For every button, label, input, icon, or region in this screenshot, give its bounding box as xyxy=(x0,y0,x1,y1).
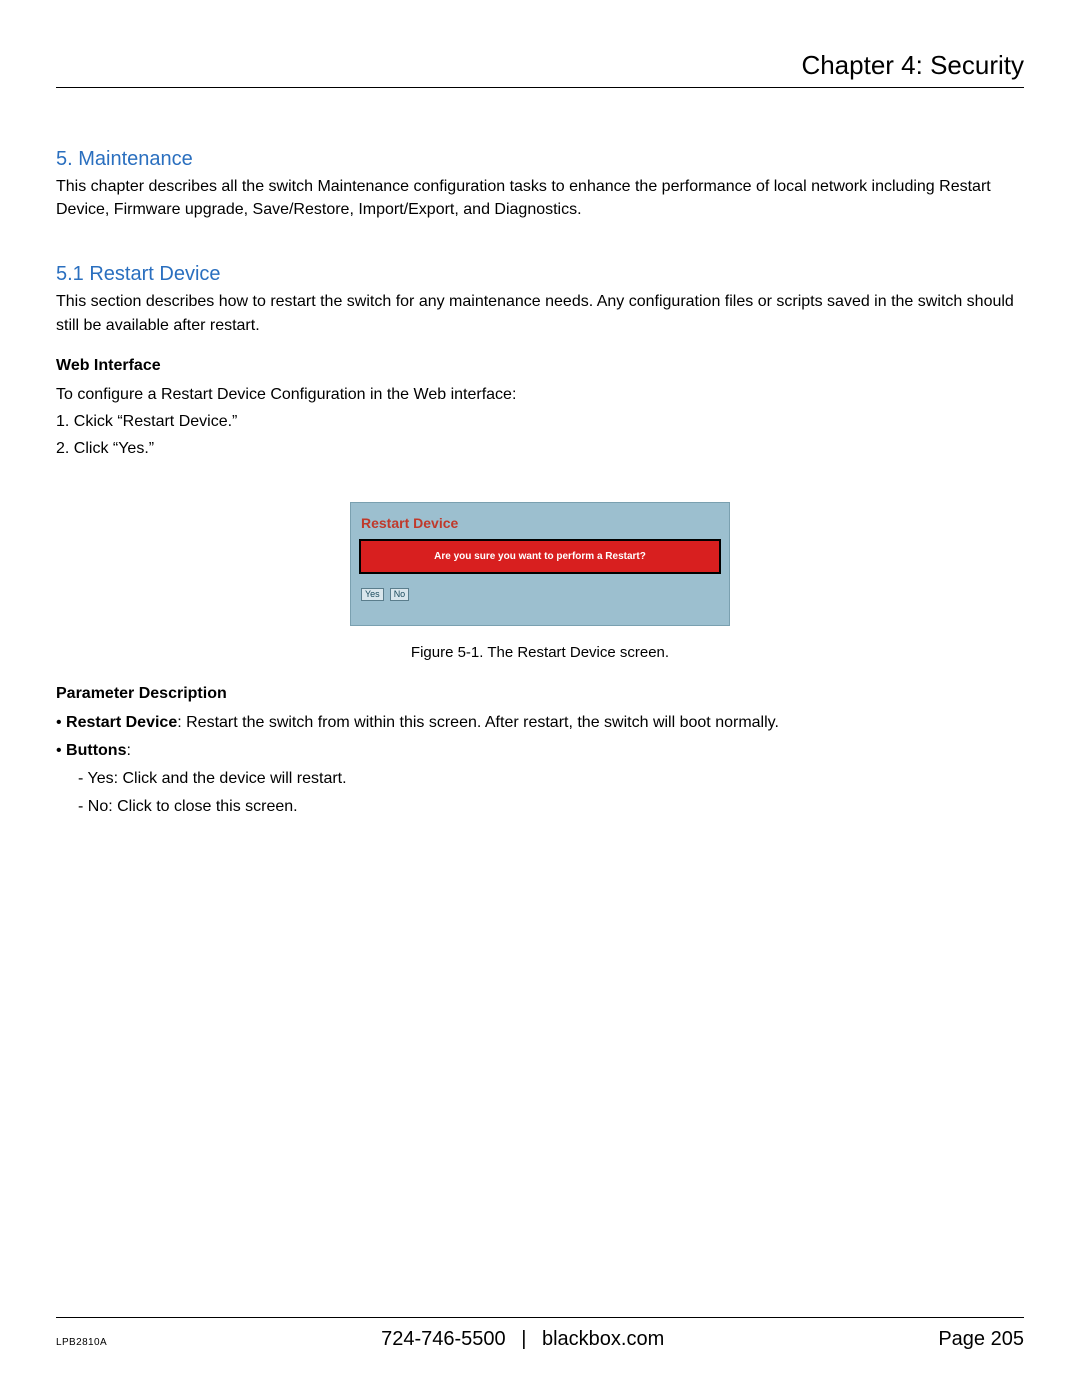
param-buttons: • Buttons: xyxy=(56,737,1024,765)
footer-page-number: 205 xyxy=(991,1328,1024,1350)
section-5-1-title: 5.1 Restart Device xyxy=(56,263,1024,286)
no-button[interactable]: No xyxy=(390,588,410,601)
web-interface-heading: Web Interface xyxy=(56,357,1024,375)
restart-device-screenshot: Restart Device Are you sure you want to … xyxy=(350,502,730,626)
param-restart-label: Restart Device xyxy=(66,714,177,731)
parameter-description-heading: Parameter Description xyxy=(56,685,1024,703)
footer-contact: 724-746-5500 | blackbox.com xyxy=(107,1328,938,1351)
screenshot-prompt: Are you sure you want to perform a Resta… xyxy=(359,539,721,574)
footer-page: Page 205 xyxy=(938,1328,1024,1351)
page-footer: LPB2810A 724-746-5500 | blackbox.com Pag… xyxy=(56,1317,1024,1351)
section-5-title: 5. Maintenance xyxy=(56,148,1024,171)
section-5-body: This chapter describes all the switch Ma… xyxy=(56,175,1024,221)
footer-page-label: Page xyxy=(938,1328,985,1350)
param-restart-device: • Restart Device: Restart the switch fro… xyxy=(56,709,1024,737)
web-interface-intro: To configure a Restart Device Configurat… xyxy=(56,381,1024,408)
param-buttons-no: - No: Click to close this screen. xyxy=(56,793,1024,821)
param-restart-text: : Restart the switch from within this sc… xyxy=(177,714,779,731)
footer-model: LPB2810A xyxy=(56,1337,107,1348)
step-2: 2. Click “Yes.” xyxy=(56,435,1024,462)
screenshot-panel-title: Restart Device xyxy=(359,513,721,539)
step-1: 1. Ckick “Restart Device.” xyxy=(56,408,1024,435)
section-5-1-body: This section describes how to restart th… xyxy=(56,290,1024,336)
footer-site: blackbox.com xyxy=(542,1328,664,1350)
figure-caption: Figure 5-1. The Restart Device screen. xyxy=(56,644,1024,661)
chapter-header: Chapter 4: Security xyxy=(56,50,1024,88)
yes-button[interactable]: Yes xyxy=(361,588,384,601)
footer-phone: 724-746-5500 xyxy=(381,1328,506,1350)
param-buttons-label: Buttons xyxy=(66,742,126,759)
footer-separator: | xyxy=(521,1328,526,1350)
param-buttons-text: : xyxy=(126,742,130,759)
param-buttons-yes: - Yes: Click and the device will restart… xyxy=(56,765,1024,793)
